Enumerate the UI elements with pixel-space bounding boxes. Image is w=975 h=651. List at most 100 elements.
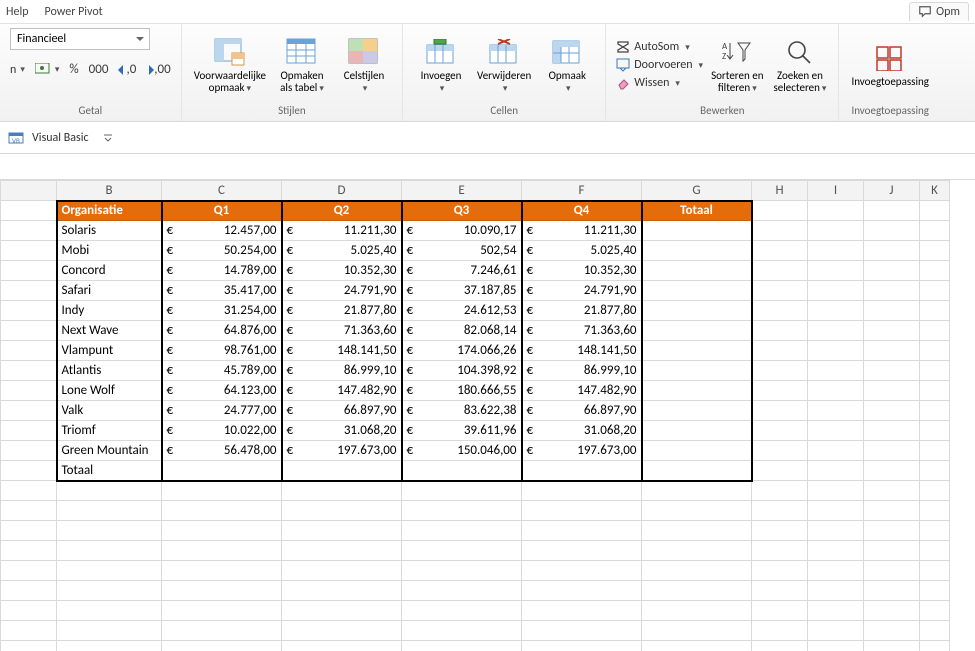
sheet-area[interactable]: BCDEFGHIJK OrganisatieQ1Q2Q3Q4TotaalSola… bbox=[0, 180, 975, 651]
cell[interactable] bbox=[642, 301, 752, 321]
cell[interactable] bbox=[752, 561, 808, 581]
cell[interactable] bbox=[402, 481, 522, 501]
cell[interactable] bbox=[402, 581, 522, 601]
cell[interactable]: €71.363,60 bbox=[522, 321, 642, 341]
col-header[interactable]: B bbox=[57, 181, 162, 201]
cell[interactable] bbox=[752, 341, 808, 361]
cell[interactable]: €64.876,00 bbox=[162, 321, 282, 341]
cell[interactable] bbox=[1, 321, 57, 341]
cell[interactable] bbox=[752, 441, 808, 461]
cell[interactable]: €10.090,17 bbox=[402, 221, 522, 241]
find-select-button[interactable]: Zoeken enselecteren▾ bbox=[772, 34, 829, 97]
cell[interactable] bbox=[920, 541, 950, 561]
cell[interactable] bbox=[920, 461, 950, 481]
cell[interactable] bbox=[57, 621, 162, 641]
cell[interactable]: €197.673,00 bbox=[282, 441, 402, 461]
cell-org[interactable]: Vlampunt bbox=[57, 341, 162, 361]
decrease-decimal-button[interactable]: ,00 bbox=[146, 62, 170, 77]
table-header-totaal[interactable]: Totaal bbox=[642, 201, 752, 221]
cell[interactable] bbox=[752, 521, 808, 541]
cell-org[interactable]: Next Wave bbox=[57, 321, 162, 341]
cell[interactable] bbox=[522, 581, 642, 601]
cell[interactable] bbox=[1, 581, 57, 601]
cell[interactable] bbox=[282, 581, 402, 601]
cell[interactable] bbox=[808, 421, 864, 441]
cell[interactable]: €5.025,40 bbox=[522, 241, 642, 261]
comments-button[interactable]: Opm bbox=[909, 2, 969, 21]
number-format-select[interactable]: Financieel bbox=[10, 28, 150, 50]
cell[interactable]: €24.777,00 bbox=[162, 401, 282, 421]
cell[interactable] bbox=[522, 501, 642, 521]
cell[interactable] bbox=[1, 541, 57, 561]
cell[interactable] bbox=[162, 641, 282, 651]
cell[interactable] bbox=[808, 281, 864, 301]
cell[interactable] bbox=[920, 261, 950, 281]
cell[interactable]: €147.482,90 bbox=[522, 381, 642, 401]
cell[interactable] bbox=[1, 281, 57, 301]
cell[interactable] bbox=[522, 641, 642, 651]
cell[interactable] bbox=[920, 341, 950, 361]
cell[interactable] bbox=[1, 421, 57, 441]
table-header-org[interactable]: Organisatie bbox=[57, 201, 162, 221]
cell[interactable] bbox=[752, 401, 808, 421]
cell[interactable] bbox=[642, 441, 752, 461]
thousands-button[interactable]: 000 bbox=[89, 62, 109, 77]
cell[interactable] bbox=[864, 301, 920, 321]
cell[interactable] bbox=[642, 581, 752, 601]
clear-button[interactable]: Wissen▾ bbox=[616, 76, 703, 90]
cell[interactable]: €104.398,92 bbox=[402, 361, 522, 381]
cell[interactable] bbox=[162, 601, 282, 621]
cell[interactable] bbox=[402, 601, 522, 621]
cell[interactable] bbox=[808, 541, 864, 561]
cell[interactable]: €31.068,20 bbox=[522, 421, 642, 441]
cell-org[interactable]: Indy bbox=[57, 301, 162, 321]
cell[interactable] bbox=[808, 441, 864, 461]
cell[interactable] bbox=[808, 241, 864, 261]
cell[interactable] bbox=[864, 401, 920, 421]
cell[interactable] bbox=[282, 501, 402, 521]
cell-org[interactable]: Green Mountain bbox=[57, 441, 162, 461]
cell[interactable] bbox=[642, 501, 752, 521]
cell[interactable] bbox=[752, 301, 808, 321]
cell[interactable] bbox=[752, 641, 808, 651]
visual-basic-button[interactable]: Visual Basic bbox=[32, 131, 89, 145]
cell-org[interactable]: Safari bbox=[57, 281, 162, 301]
cell-org[interactable]: Mobi bbox=[57, 241, 162, 261]
cell-styles-button[interactable]: Celstijlen▾ bbox=[336, 34, 392, 97]
cell[interactable] bbox=[1, 601, 57, 621]
cell[interactable] bbox=[920, 601, 950, 621]
cell[interactable] bbox=[162, 581, 282, 601]
cell[interactable]: €83.622,38 bbox=[402, 401, 522, 421]
cell[interactable]: €31.068,20 bbox=[282, 421, 402, 441]
cell[interactable] bbox=[282, 541, 402, 561]
cell[interactable]: €5.025,40 bbox=[282, 241, 402, 261]
cell[interactable]: €39.611,96 bbox=[402, 421, 522, 441]
cell[interactable] bbox=[920, 501, 950, 521]
cell[interactable] bbox=[752, 481, 808, 501]
cell[interactable] bbox=[808, 521, 864, 541]
cell[interactable] bbox=[642, 521, 752, 541]
cell[interactable] bbox=[864, 601, 920, 621]
cell[interactable] bbox=[920, 201, 950, 221]
cell[interactable] bbox=[1, 301, 57, 321]
spreadsheet-grid[interactable]: BCDEFGHIJK OrganisatieQ1Q2Q3Q4TotaalSola… bbox=[0, 180, 950, 651]
cell[interactable] bbox=[752, 241, 808, 261]
cell[interactable] bbox=[864, 321, 920, 341]
cell[interactable] bbox=[57, 481, 162, 501]
fill-button[interactable]: Doorvoeren▾ bbox=[616, 58, 703, 72]
cell[interactable] bbox=[808, 501, 864, 521]
cell[interactable]: €56.478,00 bbox=[162, 441, 282, 461]
cell[interactable] bbox=[808, 361, 864, 381]
col-header[interactable]: F bbox=[522, 181, 642, 201]
cell[interactable] bbox=[162, 461, 282, 481]
cell[interactable] bbox=[920, 361, 950, 381]
cell[interactable] bbox=[1, 481, 57, 501]
cell[interactable]: €64.123,00 bbox=[162, 381, 282, 401]
cell[interactable] bbox=[162, 561, 282, 581]
cell[interactable]: €502,54 bbox=[402, 241, 522, 261]
cell[interactable] bbox=[808, 581, 864, 601]
cell[interactable]: €21.877,80 bbox=[522, 301, 642, 321]
cell[interactable] bbox=[162, 481, 282, 501]
cell[interactable] bbox=[808, 321, 864, 341]
cell[interactable] bbox=[920, 281, 950, 301]
